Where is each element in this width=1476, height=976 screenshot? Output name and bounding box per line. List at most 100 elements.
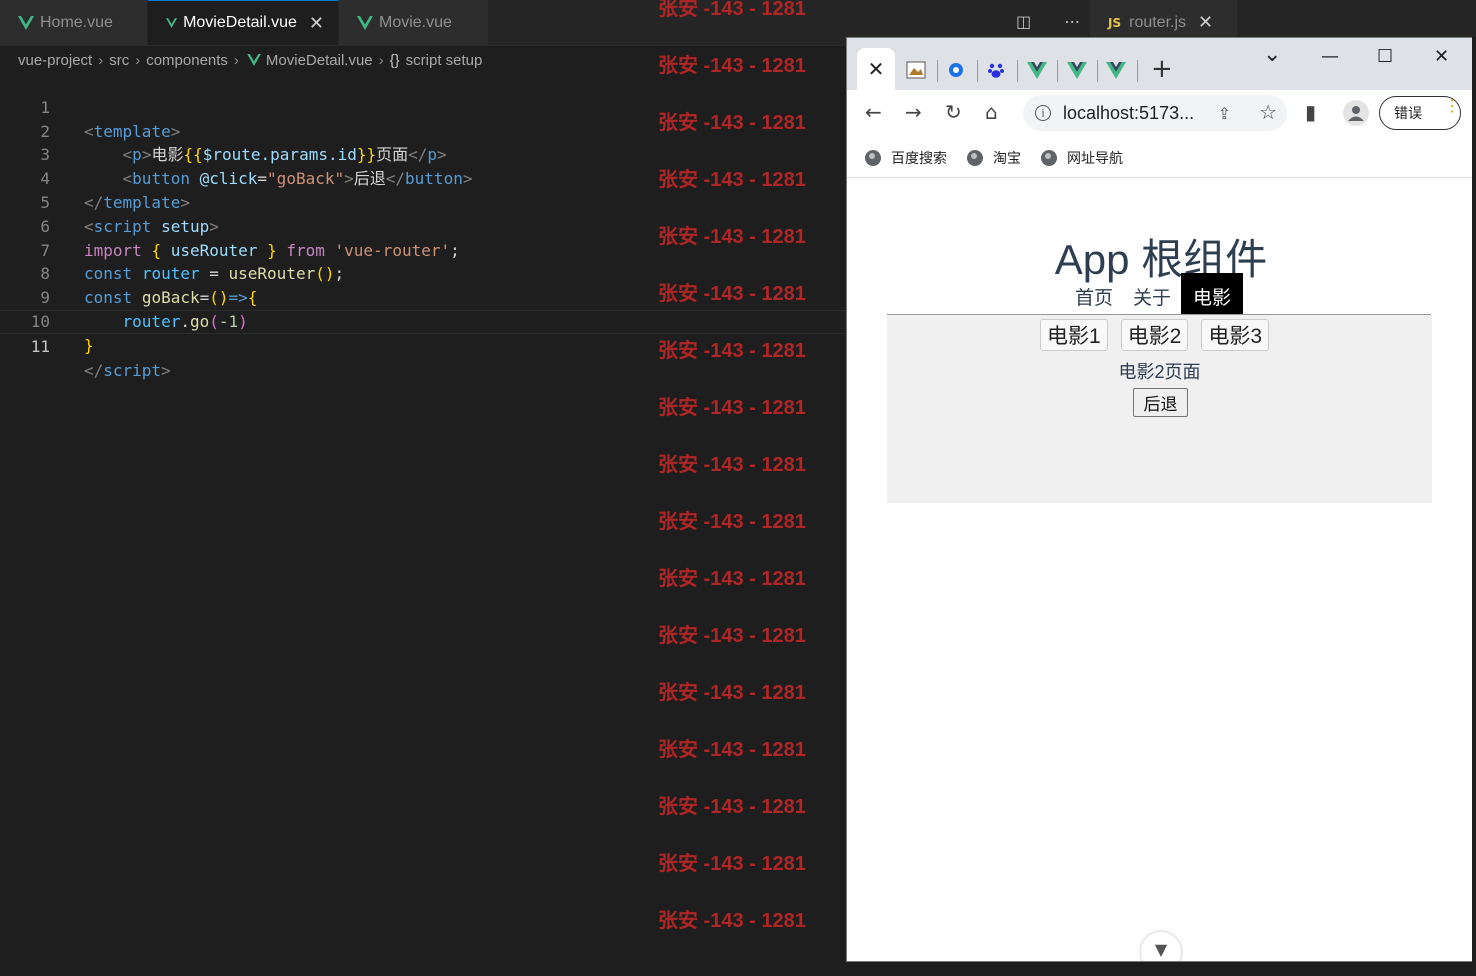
breadcrumb-item[interactable]: src [109,52,129,69]
watermark-text: 张安 -143 - 1281 [658,625,806,647]
tab-movie-vue[interactable]: Movie.vue [339,0,489,45]
site-info-icon[interactable]: i [1035,105,1051,121]
nav-link-about[interactable]: 关于 [1123,273,1181,315]
globe-icon [865,149,881,166]
breadcrumb-item[interactable]: components [146,52,228,69]
bookmark-label: 百度搜索 [891,149,947,166]
movie3-button[interactable]: 电影3 [1201,319,1270,351]
tab-moviedetail-vue[interactable]: MovieDetail.vue ✕ [148,0,339,45]
tab-home-vue[interactable]: Home.vue [0,0,148,45]
error-button-label: 错误 [1394,105,1422,121]
router-nav: 首页 关于 电影 [1065,273,1244,315]
vue-file-icon [166,18,178,28]
breadcrumb: vue-project › src › components › MovieDe… [18,48,482,72]
error-button[interactable]: 错误 ⋮ [1379,96,1461,130]
movie2-button[interactable]: 电影2 [1120,319,1189,351]
bookmarks-bar: 百度搜索 淘宝 网址导航 [847,138,1473,178]
bookmark-star-icon[interactable]: ☆ [1259,100,1277,124]
split-editor-icon[interactable]: ◫ ⋯ [1016,12,1094,31]
back-arrow-icon[interactable]: ← [865,100,882,124]
bookmark-label: 淘宝 [993,149,1021,166]
bookmark-item[interactable]: 网址导航 [1041,148,1123,168]
vue-file-icon [357,15,373,30]
web-page: App 根组件 首页 关于 电影 电影1 电影2 电影3 电影2页面 后退 ▼ [847,178,1473,961]
address-bar[interactable]: i localhost:5173... ⇪ ☆ [1023,95,1287,131]
chevron-right-icon: › [233,51,239,69]
maximize-button[interactable]: ☐ [1377,46,1393,67]
js-file-icon: JS [1108,15,1122,30]
globe-icon [1041,149,1057,166]
watermark-text: 张安 -143 - 1281 [658,340,806,362]
line-number: 11 [30,336,50,356]
browser-window: ✕ + ⌄ — ☐ ✕ ← → ↻ ⌂ i localhost:5173... … [846,37,1474,962]
breadcrumb-item[interactable]: vue-project [18,52,92,69]
watermark-text: 张安 -143 - 1281 [658,853,806,875]
watermark-text: 张安 -143 - 1281 [658,910,806,932]
close-icon[interactable]: ✕ [1198,12,1213,33]
tab-search-icon[interactable]: ⌄ [1263,42,1281,67]
close-icon[interactable]: ✕ [309,13,324,34]
reload-icon[interactable]: ↻ [945,100,962,124]
globe-icon [967,149,983,166]
watermark-text: 张安 -143 - 1281 [658,397,806,419]
back-button[interactable]: 后退 [1133,388,1188,417]
watermark-text: 张安 -143 - 1281 [658,682,806,704]
watermark-text: 张安 -143 - 1281 [658,283,806,305]
vue-file-icon [247,54,261,66]
movie-view: 电影1 电影2 电影3 电影2页面 后退 [887,315,1432,503]
editor-edge [1472,37,1476,976]
watermark-text: 张安 -143 - 1281 [658,0,806,20]
settings-favicon-icon[interactable] [945,59,967,81]
breadcrumb-item[interactable]: MovieDetail.vue [266,52,373,69]
code-line-current: 11 </script> [0,309,846,380]
tab-label: Home.vue [40,13,113,31]
side-panel-icon[interactable]: ▮ [1305,100,1316,124]
vue-favicon-icon[interactable] [1105,59,1127,81]
browser-tab-active[interactable]: ✕ [857,48,895,90]
share-icon[interactable]: ⇪ [1218,104,1231,123]
watermark-text: 张安 -143 - 1281 [658,511,806,533]
vue-devtools-icon: ▼ [1154,940,1168,959]
bookmark-label: 网址导航 [1067,149,1123,166]
code-token: script [103,360,162,380]
braces-icon: {} [389,51,400,69]
breadcrumb-item[interactable]: script setup [406,52,483,69]
chevron-right-icon: › [135,51,141,69]
chevron-right-icon: › [378,51,384,69]
watermark-text: 张安 -143 - 1281 [658,796,806,818]
browser-tab-strip: ✕ + ⌄ — ☐ ✕ [847,38,1473,90]
watermark-text: 张安 -143 - 1281 [658,55,806,77]
movie-button-group: 电影1 电影2 电影3 [1040,319,1282,351]
vue-favicon-icon[interactable] [1066,59,1088,81]
new-tab-button[interactable]: + [1151,54,1173,84]
movie-detail-text: 电影2页面 [1118,362,1201,382]
minimize-button[interactable]: — [1321,46,1339,67]
bookmark-item[interactable]: 百度搜索 [865,148,947,168]
watermark-text: 张安 -143 - 1281 [658,739,806,761]
tab-label: Movie.vue [379,13,452,31]
nav-link-movie[interactable]: 电影 [1181,273,1244,315]
baidu-favicon-icon[interactable] [985,59,1007,81]
url-text[interactable]: localhost:5173... [1063,103,1194,124]
more-menu-icon[interactable]: ⋮ [1444,99,1460,115]
movie1-button[interactable]: 电影1 [1040,319,1108,351]
watermark-text: 张安 -143 - 1281 [658,568,806,590]
nav-link-home[interactable]: 首页 [1065,273,1123,315]
close-icon[interactable]: ✕ [868,57,885,81]
watermark-text: 张安 -143 - 1281 [658,112,806,134]
bookmark-item[interactable]: 淘宝 [967,148,1021,168]
watermark-text: 张安 -143 - 1281 [658,226,806,248]
home-icon[interactable]: ⌂ [985,100,998,124]
vue-devtools-badge[interactable]: ▼ [1141,932,1181,961]
code-token: > [161,360,171,380]
image-favicon-icon[interactable] [905,59,927,81]
chevron-right-icon: › [98,51,104,69]
tab-label: MovieDetail.vue [183,14,297,31]
code-line: 6 import { useRouter } from 'vue-router'… [0,191,846,260]
forward-arrow-icon[interactable]: → [905,100,922,124]
vue-favicon-icon[interactable] [1026,59,1048,81]
close-window-button[interactable]: ✕ [1434,46,1449,67]
watermark-text: 张安 -143 - 1281 [658,454,806,476]
code-token: </ [84,360,104,380]
profile-avatar-icon[interactable] [1343,100,1369,126]
